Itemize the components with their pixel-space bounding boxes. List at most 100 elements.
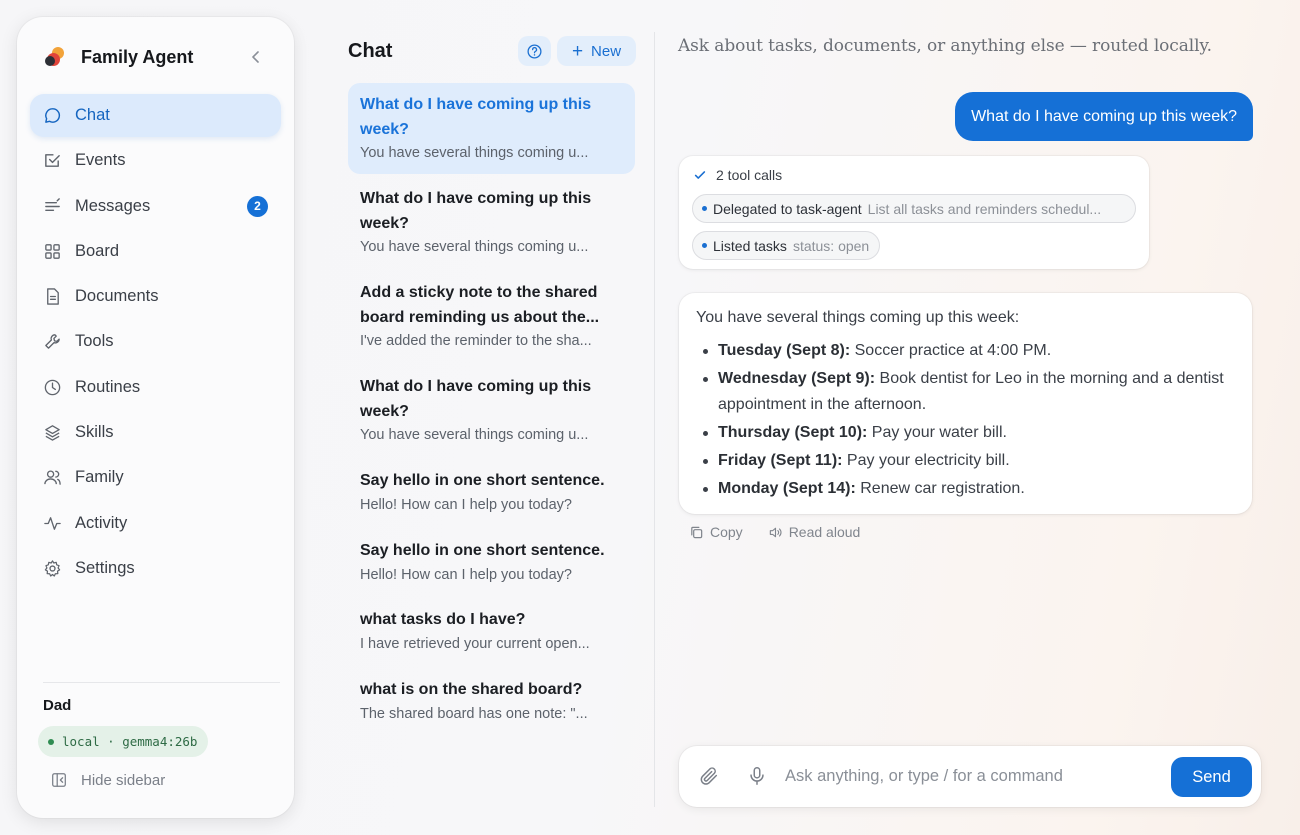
help-button[interactable]	[518, 36, 551, 66]
answer-list: Tuesday (Sept 8): Soccer practice at 4:0…	[696, 338, 1236, 502]
new-chat-button[interactable]: + New	[557, 36, 636, 66]
answer-intro: You have several things coming up this w…	[696, 309, 1020, 326]
conversation-preview: Hello! How can I help you today?	[360, 566, 572, 583]
calendar-check-icon	[43, 151, 62, 170]
speaker-icon	[768, 525, 783, 540]
sidebar-item-events[interactable]: Events	[30, 139, 281, 182]
status-dot-icon	[48, 738, 54, 745]
list-item: Tuesday (Sept 8): Soccer practice at 4:0…	[696, 338, 1236, 364]
answer-day: Friday (Sept 11):	[718, 452, 843, 469]
layers-icon	[43, 423, 62, 442]
conversation-title: Add a sticky note to the shared board re…	[360, 284, 600, 326]
model-status-pill: local · gemma4:26b	[38, 726, 209, 757]
tool-call-args: List all tasks and reminders schedul...	[867, 200, 1102, 217]
sidebar-item-skills[interactable]: Skills	[30, 411, 281, 454]
chevron-left-icon[interactable]	[246, 47, 266, 67]
conversation-item[interactable]: Say hello in one short sentence. Hello! …	[348, 459, 635, 526]
messages-icon	[43, 197, 62, 216]
document-icon	[43, 287, 62, 306]
conversation-item[interactable]: what tasks do I have? I have retrieved y…	[348, 598, 635, 665]
send-button[interactable]: Send	[1171, 757, 1252, 797]
check-icon	[693, 168, 707, 182]
conversation-item[interactable]: What do I have coming up this week? You …	[348, 83, 635, 174]
tool-call-chip[interactable]: Delegated to task-agent List all tasks a…	[692, 194, 1136, 223]
sidebar-item-label: Skills	[75, 423, 114, 442]
conversation-title: What do I have coming up this week?	[360, 190, 592, 232]
sidebar: Family Agent Chat Events Messages 2 Boar…	[17, 17, 294, 818]
conversation-item[interactable]: what is on the shared board? The shared …	[348, 668, 635, 735]
user-message-bubble: What do I have coming up this week?	[955, 92, 1253, 141]
sidebar-item-label: Documents	[75, 287, 159, 306]
conversation-title: what is on the shared board?	[360, 681, 583, 698]
tool-call-chip[interactable]: Listed tasks status: open	[692, 231, 881, 260]
microphone-icon[interactable]	[746, 765, 768, 787]
tool-call-name: Delegated to task-agent	[713, 200, 862, 217]
tool-calls-summary[interactable]: 2 tool calls	[693, 167, 782, 183]
answer-day: Thursday (Sept 10):	[718, 424, 868, 441]
conversation-item[interactable]: What do I have coming up this week? You …	[348, 365, 635, 456]
sidebar-item-board[interactable]: Board	[30, 230, 281, 273]
column-divider	[654, 32, 655, 807]
activity-icon	[43, 514, 62, 533]
list-item: Thursday (Sept 10): Pay your water bill.	[696, 420, 1236, 446]
chat-bubble-icon	[43, 106, 62, 125]
message-input[interactable]	[785, 760, 1155, 792]
answer-day: Wednesday (Sept 9):	[718, 370, 876, 387]
sidebar-item-label: Events	[75, 151, 126, 170]
family-agent-logo	[43, 45, 67, 69]
sidebar-item-tools[interactable]: Tools	[30, 320, 281, 363]
users-icon	[43, 468, 62, 487]
tool-calls-card: 2 tool calls Delegated to task-agent Lis…	[679, 156, 1149, 269]
question-circle-icon	[526, 43, 543, 60]
sidebar-item-activity[interactable]: Activity	[30, 502, 281, 545]
divider	[43, 682, 280, 683]
chat-list-title: Chat	[348, 40, 393, 62]
conversation-preview: I have retrieved your current open...	[360, 635, 590, 652]
list-item: Monday (Sept 14): Renew car registration…	[696, 476, 1236, 502]
gear-icon	[43, 559, 62, 578]
sidebar-item-routines[interactable]: Routines	[30, 366, 281, 409]
conversation-item[interactable]: Say hello in one short sentence. Hello! …	[348, 529, 635, 596]
conversation-item[interactable]: What do I have coming up this week? You …	[348, 177, 635, 268]
board-grid-icon	[43, 242, 62, 261]
user-name: Dad	[43, 697, 72, 714]
clock-icon	[43, 378, 62, 397]
message-composer: Send	[679, 746, 1261, 807]
read-aloud-button[interactable]: Read aloud	[768, 524, 860, 540]
conversation-preview: I've added the reminder to the sha...	[360, 333, 592, 349]
sidebar-item-settings[interactable]: Settings	[30, 547, 281, 590]
sidebar-item-messages[interactable]: Messages 2	[30, 185, 281, 228]
tool-calls-count: 2 tool calls	[716, 167, 783, 183]
sidebar-item-label: Family	[75, 468, 124, 487]
hide-sidebar-button[interactable]: Hide sidebar	[50, 771, 165, 789]
model-label: local · gemma4:26b	[62, 734, 198, 749]
conversation-title: What do I have coming up this week?	[360, 378, 592, 420]
sidebar-item-documents[interactable]: Documents	[30, 275, 281, 318]
answer-text: Soccer practice at 4:00 PM.	[850, 342, 1052, 359]
sidebar-item-label: Messages	[75, 196, 151, 215]
copy-button[interactable]: Copy	[689, 524, 743, 540]
sidebar-item-chat[interactable]: Chat	[30, 94, 281, 137]
sidebar-nav: Chat Events Messages 2 Board Documents T…	[30, 94, 281, 592]
wrench-icon	[43, 332, 62, 351]
paperclip-icon[interactable]	[698, 765, 720, 787]
sidebar-item-family[interactable]: Family	[30, 456, 281, 499]
conversation-preview: You have several things coming u...	[360, 239, 589, 255]
answer-day: Monday (Sept 14):	[718, 480, 856, 497]
sidebar-item-label: Routines	[75, 377, 141, 396]
conversation-list: Chat + New What do I have coming up this…	[348, 30, 636, 790]
conversation-title: Say hello in one short sentence.	[360, 542, 605, 559]
brand-name: Family Agent	[81, 46, 194, 67]
sidebar-item-label: Settings	[75, 558, 135, 577]
conversation-item[interactable]: Add a sticky note to the shared board re…	[348, 271, 635, 362]
plus-icon: +	[571, 40, 584, 62]
sidebar-item-label: Tools	[75, 332, 114, 351]
answer-text: Renew car registration.	[855, 480, 1025, 497]
conversation-preview: You have several things coming u...	[360, 427, 589, 443]
sidebar-item-label: Activity	[75, 513, 128, 532]
bullet-icon	[702, 243, 707, 248]
conversation-preview: Hello! How can I help you today?	[360, 496, 572, 513]
tool-call-args: status: open	[792, 237, 870, 254]
hide-sidebar-label: Hide sidebar	[81, 771, 166, 789]
copy-label: Copy	[710, 524, 743, 540]
